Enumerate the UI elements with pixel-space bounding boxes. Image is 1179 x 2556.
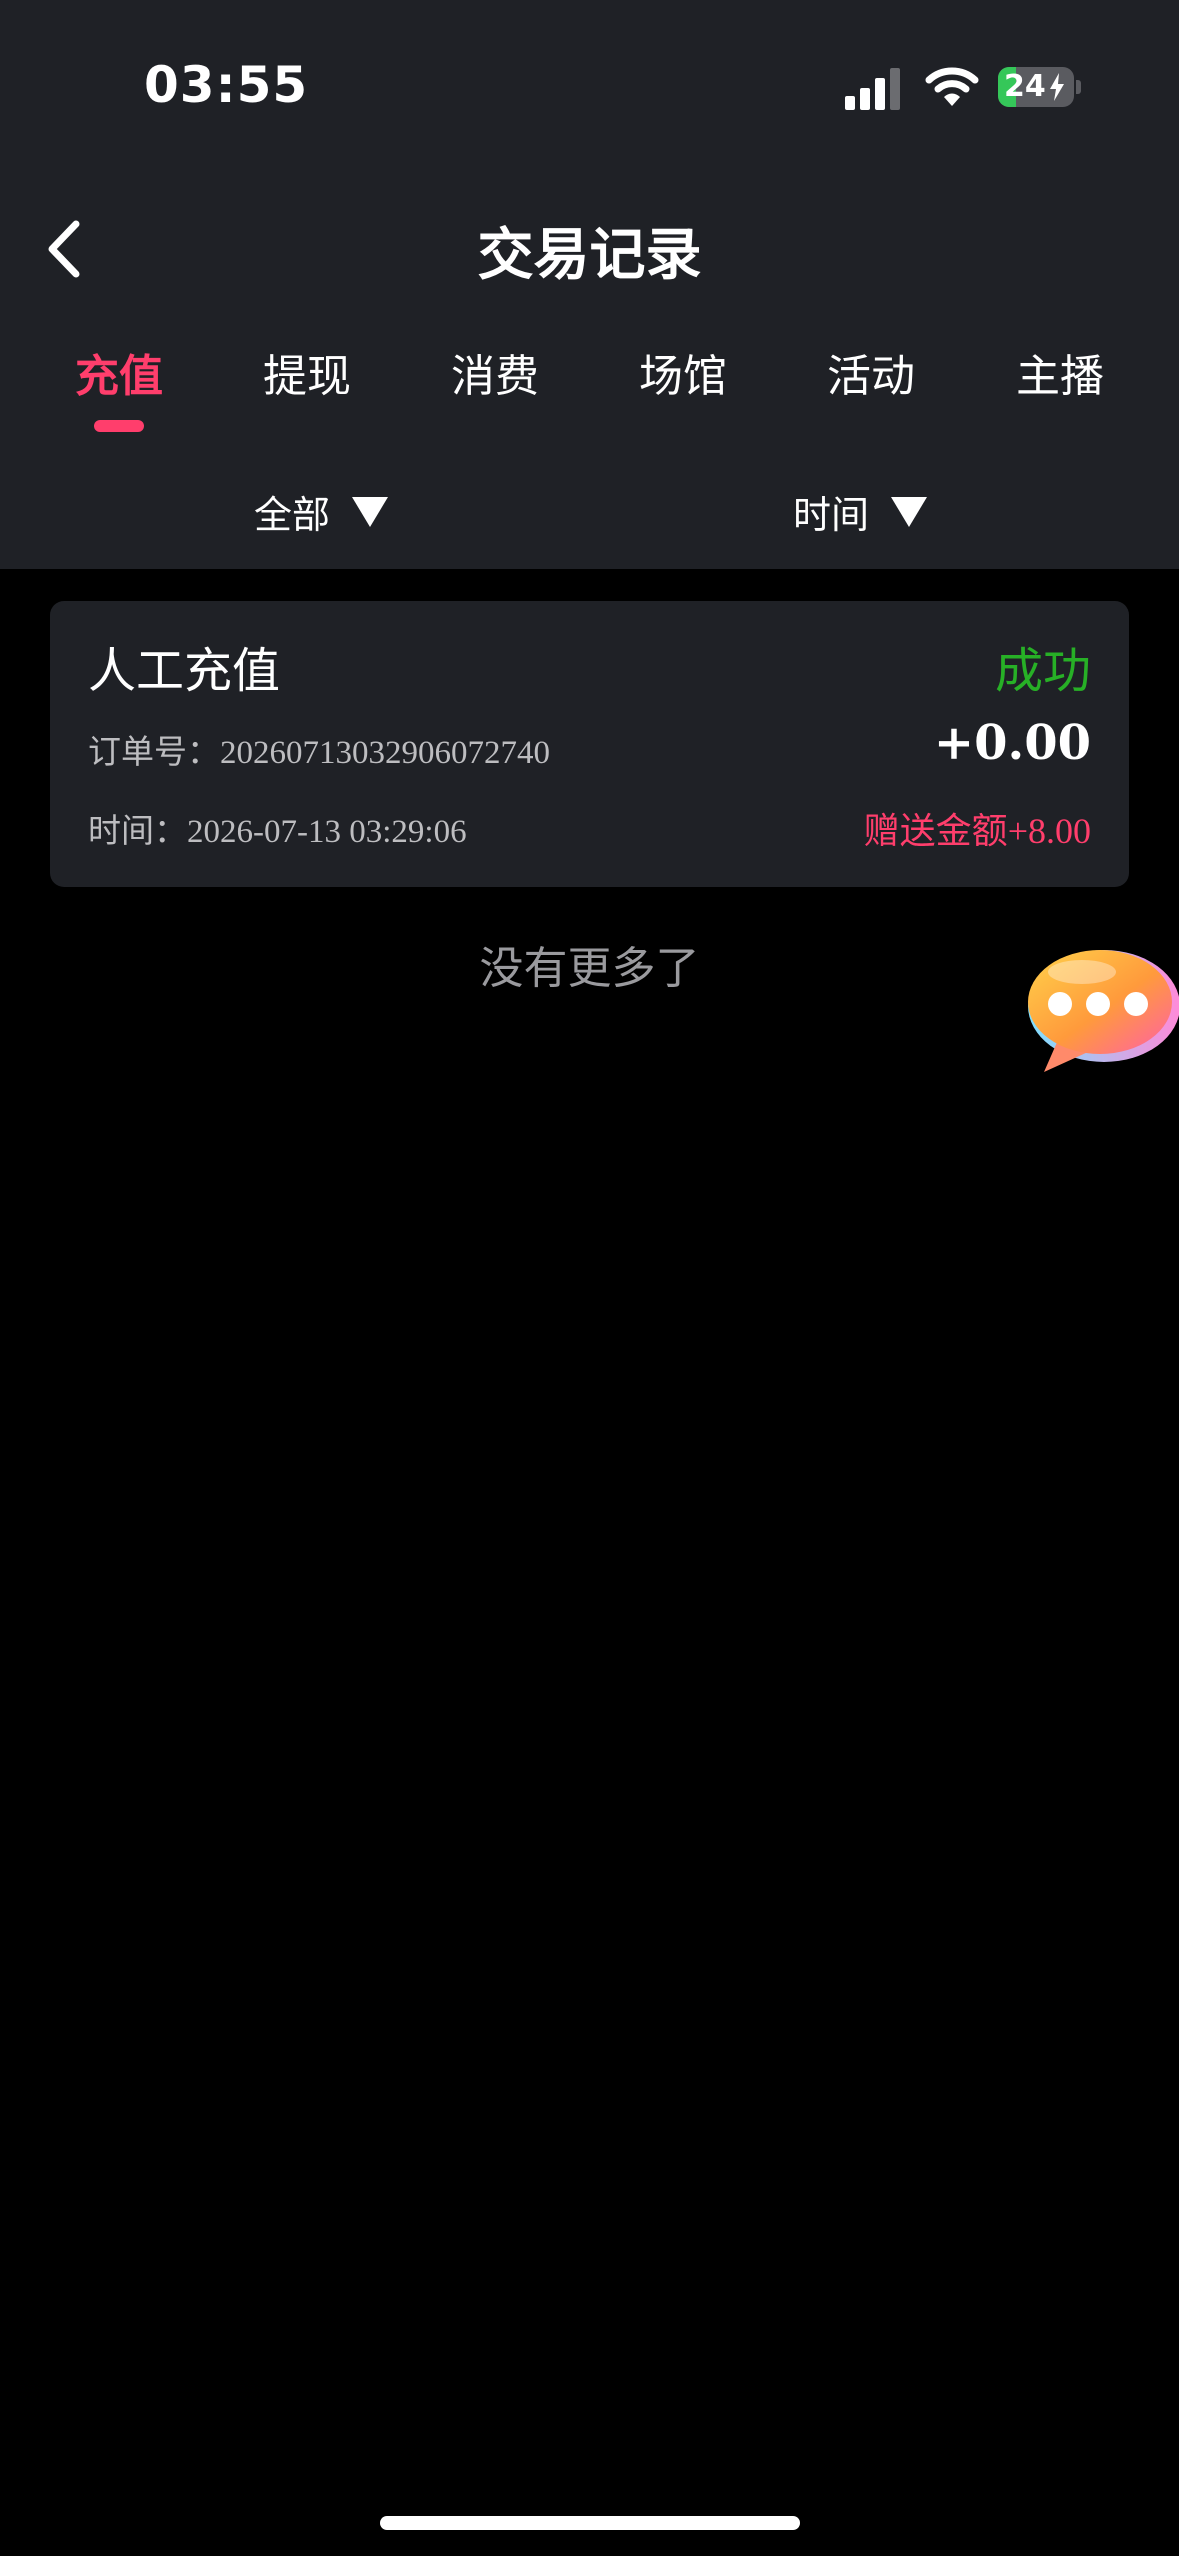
type-filter-dropdown[interactable]: 全部 [254, 484, 389, 539]
record-bonus: 赠送金额+8.00 [864, 802, 1091, 854]
tab-venue[interactable]: 场馆 [603, 340, 763, 404]
record-status: 成功 [994, 643, 1091, 699]
top-header: 03:55 24 交易记录 充值 提现 消费 场馆 活动 主播 全部 时间 [0, 0, 1179, 569]
tab-bar: 充值 提现 消费 场馆 活动 主播 [0, 340, 1179, 430]
status-bar-time: 03:55 [144, 56, 309, 114]
bonus-label: 赠送金额 [863, 811, 1008, 852]
chat-bubble-icon[interactable] [1018, 944, 1179, 1076]
tab-anchor[interactable]: 主播 [980, 340, 1140, 404]
bonus-value: +8.00 [1007, 811, 1091, 851]
order-number-value: 20260713032906072740 [220, 735, 550, 771]
time-filter-dropdown[interactable]: 时间 [793, 484, 928, 539]
record-time: 时间：2026-07-13 03:29:06 [88, 804, 467, 852]
charging-bolt-icon [1050, 73, 1064, 101]
time-value: 2026-07-13 03:29:06 [187, 814, 467, 850]
tab-withdraw[interactable]: 提现 [227, 340, 387, 404]
time-filter-label: 时间 [793, 493, 870, 537]
battery-charging-icon: 24 [998, 67, 1074, 107]
battery-level-text: 24 [1004, 69, 1046, 104]
time-label: 时间： [88, 811, 187, 850]
home-indicator [380, 2516, 800, 2530]
wifi-icon [925, 67, 979, 106]
triangle-down-icon [352, 496, 389, 527]
active-tab-indicator [94, 420, 144, 432]
list-end-text: 没有更多了 [479, 943, 700, 994]
transaction-record-card[interactable]: 人工充值 成功 订单号：20260713032906072740 +0.00 时… [50, 601, 1129, 887]
tab-recharge[interactable]: 充值 [39, 340, 199, 404]
order-number-label: 订单号： [88, 732, 220, 771]
triangle-down-icon [891, 496, 928, 527]
tab-consumption[interactable]: 消费 [415, 340, 575, 404]
cellular-signal-icon [845, 68, 900, 110]
tab-activity[interactable]: 活动 [791, 340, 951, 404]
record-order-number: 订单号：20260713032906072740 [88, 725, 550, 773]
type-filter-label: 全部 [254, 493, 331, 537]
page-title: 交易记录 [477, 223, 702, 288]
battery-cap [1076, 80, 1081, 94]
record-amount: +0.00 [933, 715, 1091, 771]
record-title: 人工充值 [88, 643, 281, 699]
